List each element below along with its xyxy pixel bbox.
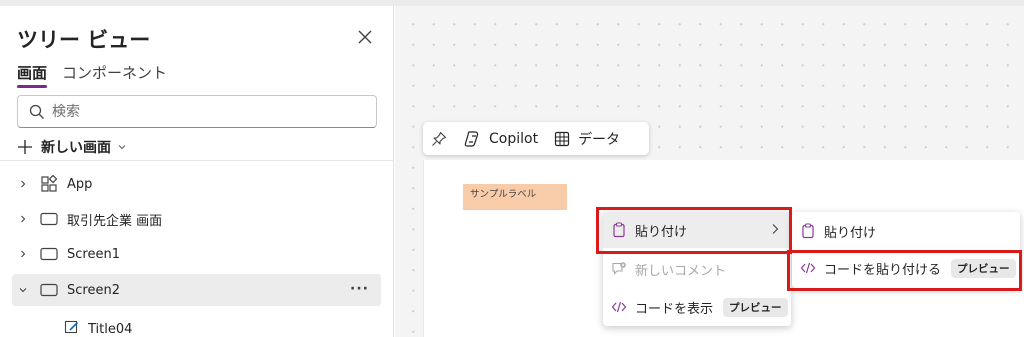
copilot-icon bbox=[464, 130, 479, 147]
tree-item-accounts-screen[interactable]: 取引先企業 画面 bbox=[12, 203, 381, 235]
canvas-toolbar: Copilot データ bbox=[423, 122, 649, 155]
menu-item-paste[interactable]: 貼り付け bbox=[603, 212, 791, 248]
tab-components[interactable]: コンポーネント bbox=[62, 62, 167, 83]
search-input[interactable] bbox=[52, 102, 362, 122]
search-box[interactable] bbox=[17, 95, 377, 128]
screen-icon bbox=[38, 247, 60, 261]
screen-icon bbox=[38, 283, 60, 297]
menu-item-view-code[interactable]: コードを表示 プレビュー bbox=[603, 289, 791, 325]
clipboard-icon bbox=[802, 223, 814, 239]
submenu-item-paste[interactable]: 貼り付け bbox=[792, 213, 1020, 249]
submenu-item-paste-code[interactable]: コードを貼り付ける プレビュー bbox=[792, 250, 1020, 286]
new-screen-label: 新しい画面 bbox=[41, 140, 111, 156]
copilot-label: Copilot bbox=[489, 130, 539, 147]
pin-button[interactable] bbox=[423, 122, 455, 155]
table-icon bbox=[554, 131, 570, 146]
active-tab-indicator bbox=[17, 85, 47, 88]
menu-item-label: 貼り付け bbox=[635, 224, 688, 240]
data-button[interactable]: データ bbox=[546, 122, 628, 155]
chevron-right-icon[interactable] bbox=[12, 249, 34, 259]
tree-item-label: App bbox=[67, 176, 93, 192]
preview-badge: プレビュー bbox=[723, 297, 788, 317]
menu-item-new-comment[interactable]: 新しいコメント bbox=[603, 251, 791, 287]
tree-view-panel: ツリー ビュー 画面 コンポーネント 新しい画面 bbox=[0, 6, 394, 337]
chevron-right-icon[interactable] bbox=[12, 179, 34, 189]
context-menu: 貼り付け 新しいコメント コードを表示 プレビュー bbox=[603, 212, 791, 326]
submenu-item-label: 貼り付け bbox=[824, 225, 877, 241]
chevron-right-icon bbox=[772, 224, 779, 234]
tab-screens[interactable]: 画面 bbox=[17, 62, 47, 83]
copilot-button[interactable]: Copilot bbox=[455, 122, 546, 155]
search-icon bbox=[29, 104, 44, 119]
tree-item-label: Screen1 bbox=[67, 246, 120, 262]
chevron-down-icon bbox=[118, 145, 126, 150]
clipboard-icon bbox=[613, 222, 625, 238]
app-icon bbox=[38, 175, 60, 193]
tree-item-label: Title04 bbox=[88, 321, 133, 337]
more-options-icon[interactable]: ··· bbox=[350, 281, 369, 297]
data-label: データ bbox=[578, 131, 621, 148]
tree-item-screen1[interactable]: Screen1 bbox=[12, 238, 381, 270]
submenu-item-label: コードを貼り付ける bbox=[824, 262, 942, 278]
menu-item-label: コードを表示 bbox=[635, 301, 714, 317]
preview-badge: プレビュー bbox=[951, 258, 1016, 278]
chevron-down-icon[interactable] bbox=[12, 285, 34, 295]
close-button[interactable] bbox=[354, 26, 376, 48]
menu-item-label: 新しいコメント bbox=[635, 263, 727, 279]
tree-view-title: ツリー ビュー bbox=[17, 28, 151, 52]
divider bbox=[0, 160, 394, 161]
tree-item-app[interactable]: App bbox=[12, 168, 381, 200]
plus-icon bbox=[18, 140, 32, 154]
edit-label-icon bbox=[64, 319, 80, 337]
paste-submenu: 貼り付け コードを貼り付ける プレビュー bbox=[792, 212, 1020, 288]
pin-icon bbox=[432, 131, 447, 146]
tree-item-label: Screen2 bbox=[67, 282, 120, 298]
screen-icon bbox=[38, 212, 60, 226]
close-icon bbox=[358, 30, 372, 44]
code-icon bbox=[611, 301, 627, 313]
new-screen-button[interactable]: 新しい画面 bbox=[17, 136, 127, 158]
code-icon bbox=[800, 262, 816, 274]
tree-item-screen2[interactable]: Screen2 ··· bbox=[12, 274, 381, 306]
sample-label-control[interactable]: サンプルラベル bbox=[463, 184, 567, 210]
comment-add-icon bbox=[612, 262, 626, 275]
chevron-right-icon[interactable] bbox=[12, 214, 34, 224]
tree-item-label: 取引先企業 画面 bbox=[67, 213, 163, 229]
tree-item-title04[interactable]: Title04 bbox=[64, 317, 132, 337]
